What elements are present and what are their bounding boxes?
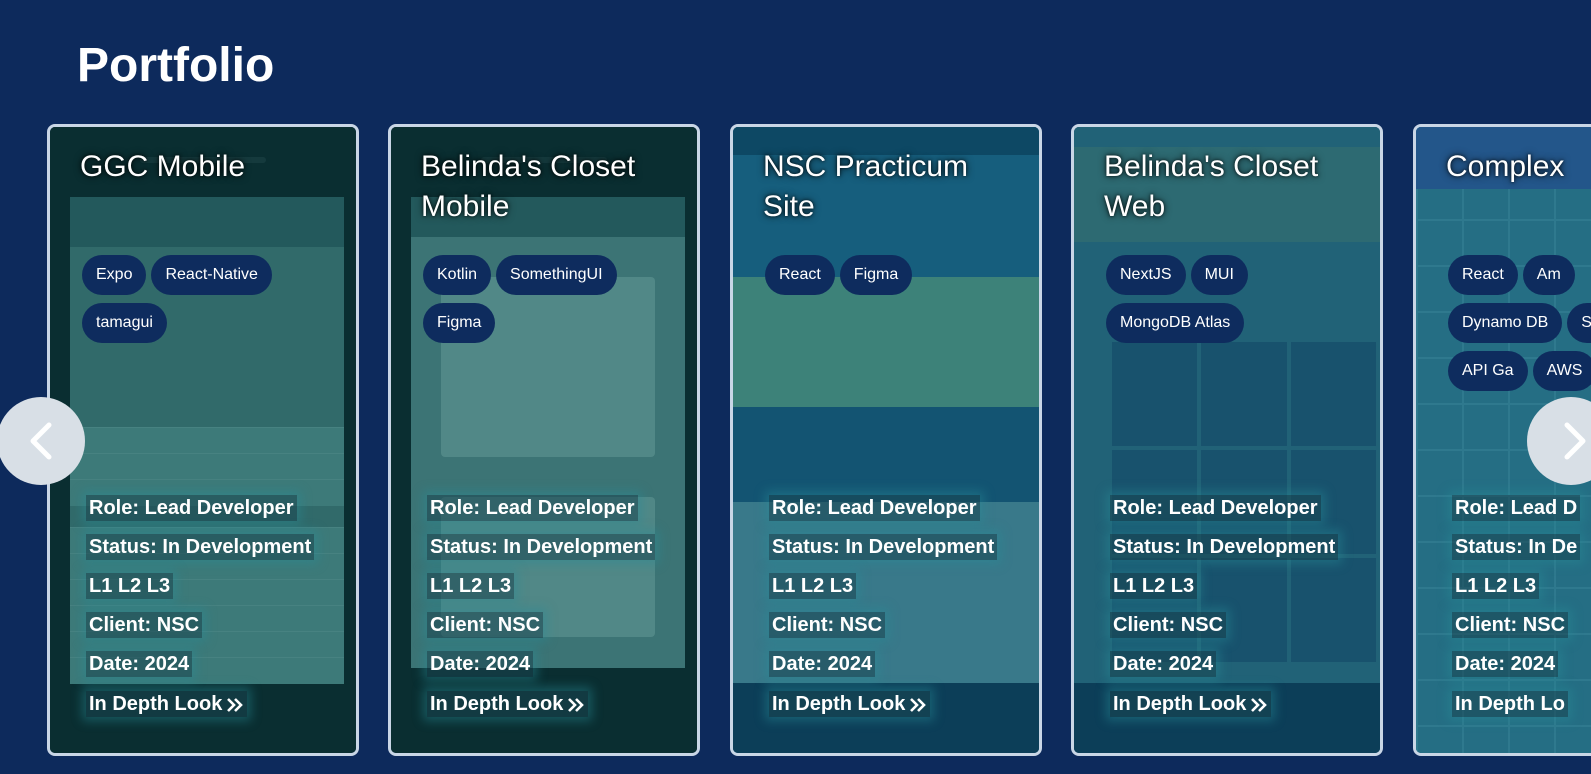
project-date: Date: 2024 xyxy=(769,651,997,690)
project-role: Role: Lead D xyxy=(1452,495,1581,534)
project-title: NSC Practicum Site xyxy=(763,150,969,223)
project-title: Belinda's Closet Web xyxy=(1104,150,1319,223)
project-client: Client: NSC xyxy=(769,612,997,651)
project-date: Date: 2024 xyxy=(1110,651,1338,690)
chevron-left-icon xyxy=(30,422,52,460)
project-client: Client: NSC xyxy=(1110,612,1338,651)
chevron-right-icon xyxy=(1564,422,1586,460)
tech-tag: React xyxy=(765,255,835,295)
tech-tag: React xyxy=(1448,255,1518,295)
tech-tags: Kotlin SomethingUI Figma xyxy=(423,255,693,343)
project-role: Role: Lead Developer xyxy=(427,495,655,534)
project-role: Role: Lead Developer xyxy=(1110,495,1338,534)
project-card-belindas-closet-web[interactable]: Belinda's Closet Web NextJS MUI MongoDB … xyxy=(1071,124,1383,756)
project-client: Client: NSC xyxy=(427,612,655,651)
project-date: Date: 2024 xyxy=(427,651,655,690)
tech-tags: Expo React-Native tamagui xyxy=(82,255,352,343)
in-depth-look-link[interactable]: In Depth Look xyxy=(1110,691,1272,717)
project-levels: L1 L2 L3 xyxy=(1452,573,1580,612)
project-status: Status: In Development xyxy=(86,534,315,573)
project-details: Role: Lead Developer Status: In Developm… xyxy=(1110,495,1339,717)
project-levels: L1 L2 L3 xyxy=(1110,573,1338,612)
project-role: Role: Lead Developer xyxy=(86,495,314,534)
project-status: Status: In Development xyxy=(1110,534,1339,573)
tech-tags: React Figma xyxy=(765,255,1035,295)
double-chevron-right-icon xyxy=(227,698,244,712)
project-role: Role: Lead Developer xyxy=(769,495,997,534)
in-depth-look-link[interactable]: In Depth Look xyxy=(86,691,248,717)
tech-tag: Kotlin xyxy=(423,255,492,295)
project-details: Role: Lead Developer Status: In Developm… xyxy=(86,495,315,717)
tech-tag: AWS xyxy=(1532,351,1591,391)
tech-tag: Dynamo DB xyxy=(1448,303,1563,343)
in-depth-look-link[interactable]: In Depth Lo xyxy=(1452,691,1568,717)
project-title: Complex xyxy=(1446,150,1565,183)
tech-tag: SomethingUI xyxy=(496,255,617,295)
tech-tag: Expo xyxy=(82,255,147,295)
tech-tag: Figma xyxy=(423,303,496,343)
tech-tag: S3 xyxy=(1567,303,1591,343)
tech-tag: MUI xyxy=(1190,255,1248,295)
tech-tags: NextJS MUI MongoDB Atlas xyxy=(1106,255,1376,343)
project-title: Belinda's Closet Mobile xyxy=(421,150,636,223)
project-status: Status: In Development xyxy=(769,534,998,573)
project-details: Role: Lead Developer Status: In Developm… xyxy=(427,495,656,717)
tech-tag: MongoDB Atlas xyxy=(1106,303,1245,343)
project-client: Client: NSC xyxy=(86,612,314,651)
double-chevron-right-icon xyxy=(910,698,927,712)
project-client: Client: NSC xyxy=(1452,612,1580,651)
carousel-prev-button[interactable] xyxy=(0,397,85,485)
project-levels: L1 L2 L3 xyxy=(769,573,997,612)
project-status: Status: In Development xyxy=(427,534,656,573)
project-card-nsc-practicum-site[interactable]: NSC Practicum Site React Figma Role: Lea… xyxy=(730,124,1042,756)
portfolio-carousel: GGC Mobile Expo React-Native tamagui Rol… xyxy=(0,0,1591,774)
tech-tag: tamagui xyxy=(82,303,167,343)
tech-tag: React-Native xyxy=(151,255,272,295)
project-status: Status: In De xyxy=(1452,534,1581,573)
portfolio-section: Portfolio GGC Mobile Expo React-Native t… xyxy=(0,0,1591,774)
tech-tag: API Ga xyxy=(1448,351,1528,391)
tech-tag: NextJS xyxy=(1106,255,1186,295)
project-card-ggc-mobile[interactable]: GGC Mobile Expo React-Native tamagui Rol… xyxy=(47,124,359,756)
tech-tags: React Am Dynamo DB S3 API Ga AWS xyxy=(1448,255,1591,391)
project-card-belindas-closet-mobile[interactable]: Belinda's Closet Mobile Kotlin Something… xyxy=(388,124,700,756)
in-depth-look-link[interactable]: In Depth Look xyxy=(769,691,931,717)
project-title: GGC Mobile xyxy=(80,150,246,183)
project-date: Date: 2024 xyxy=(86,651,314,690)
project-levels: L1 L2 L3 xyxy=(427,573,655,612)
project-levels: L1 L2 L3 xyxy=(86,573,314,612)
in-depth-look-link[interactable]: In Depth Look xyxy=(427,691,589,717)
project-details: Role: Lead D Status: In De L1 L2 L3 Clie… xyxy=(1452,495,1581,717)
project-date: Date: 2024 xyxy=(1452,651,1580,690)
tech-tag: Figma xyxy=(839,255,913,295)
project-details: Role: Lead Developer Status: In Developm… xyxy=(769,495,998,717)
double-chevron-right-icon xyxy=(1251,698,1268,712)
double-chevron-right-icon xyxy=(568,698,585,712)
tech-tag: Am xyxy=(1522,255,1575,295)
